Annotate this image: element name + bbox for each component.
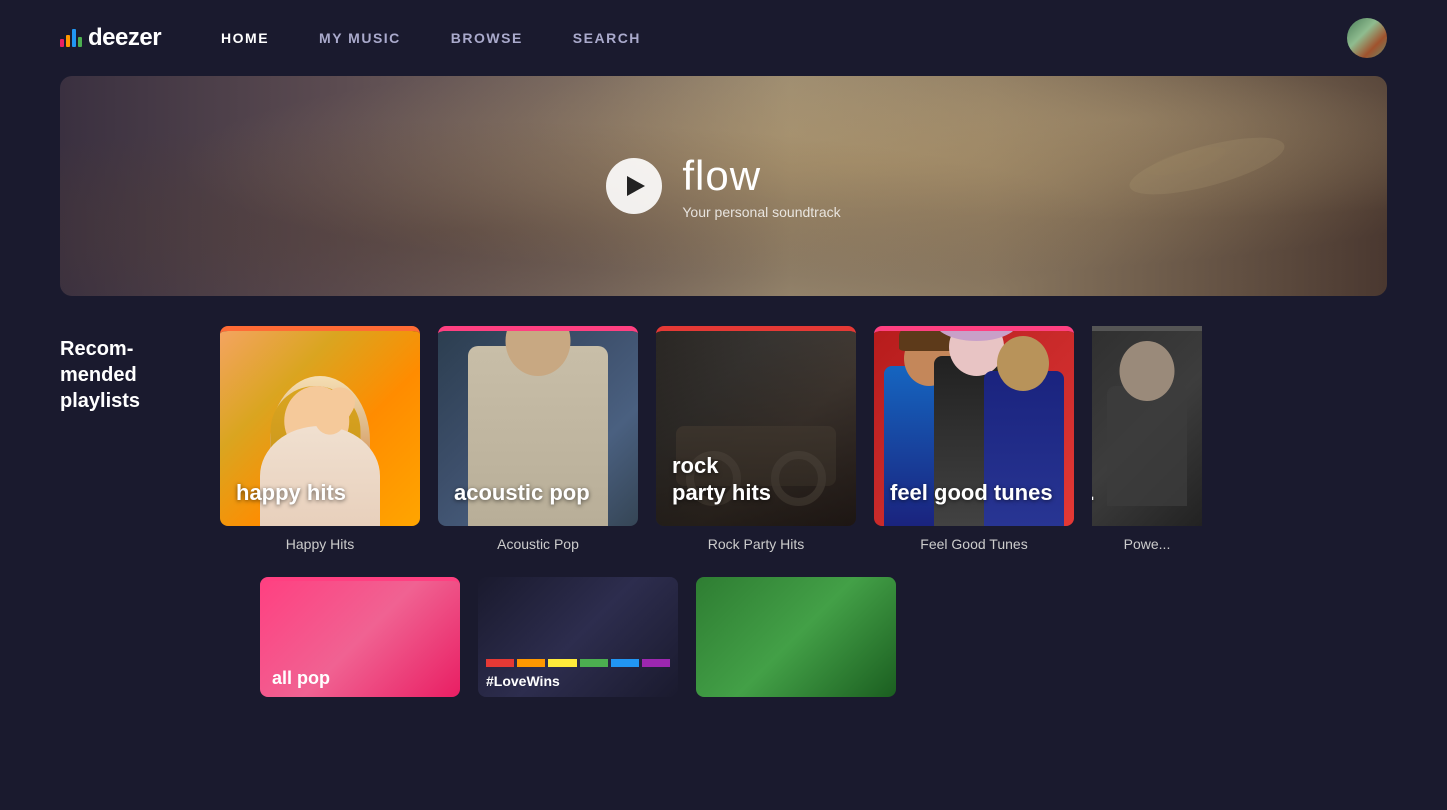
partial-head [1120, 341, 1175, 401]
main-nav: HOME MY MUSIC BROWSE SEARCH [221, 30, 1287, 46]
playlist-item-partial[interactable]: p... Powe... [1092, 326, 1202, 552]
color-blue [611, 659, 639, 667]
hero-subtitle: Your personal soundtrack [682, 204, 840, 220]
color-orange [517, 659, 545, 667]
feel-good-tunes-overlay: feel good tunes [890, 480, 1053, 506]
recommended-section: Recom-mendedplaylists [0, 296, 1447, 562]
bottom-thumb-all-pop[interactable]: all pop [260, 577, 460, 697]
playlist-thumb-rock-party-hits: rockparty hits [656, 326, 856, 526]
section-label: Recom-mendedplaylists [60, 326, 190, 414]
partial-body [1107, 386, 1187, 506]
playlist-item-acoustic-pop[interactable]: acoustic pop Acoustic Pop [438, 326, 638, 552]
rock-party-hits-overlay: rockparty hits [672, 453, 771, 506]
color-green [580, 659, 608, 667]
all-pop-content: all pop [260, 581, 460, 697]
acoustic-pop-overlay: acoustic pop [454, 480, 590, 506]
logo-bar-2 [66, 35, 70, 47]
playlist-item-feel-good-tunes[interactable]: feel good tunes Feel Good Tunes [874, 326, 1074, 552]
playlist-item-rock-party-hits[interactable]: rockparty hits Rock Party Hits [656, 326, 856, 552]
section-row: Recom-mendedplaylists [60, 326, 1387, 552]
hero-decoration [1007, 106, 1307, 226]
playlist-item-happy-hits[interactable]: happy hits Happy Hits [220, 326, 420, 552]
color-red [486, 659, 514, 667]
thumb-person-partial [1092, 331, 1202, 526]
logo-bar-3 [72, 29, 76, 47]
playlist-thumb-partial: p... [1092, 326, 1202, 526]
love-wins-bar [486, 659, 670, 667]
logo-text: deezer [88, 24, 161, 52]
partial-overlay: p... [1092, 480, 1095, 506]
bottom-thumb-love-wins[interactable]: #LoveWins [478, 577, 678, 697]
nav-home[interactable]: HOME [221, 30, 269, 46]
bottom-thumb-green[interactable] [696, 577, 896, 697]
bottom-row: all pop #LoveWins [0, 562, 1447, 707]
color-yellow [548, 659, 576, 667]
happy-hits-overlay: happy hits [236, 480, 346, 506]
nav-search[interactable]: SEARCH [573, 30, 641, 46]
hero-content: flow Your personal soundtrack [606, 152, 840, 220]
playlist-thumb-happy-hits: happy hits [220, 326, 420, 526]
thumb-bg-partial [1092, 331, 1202, 526]
logo-bars-icon [60, 29, 82, 47]
playlist-thumb-feel-good-tunes: feel good tunes [874, 326, 1074, 526]
header: deezer HOME MY MUSIC BROWSE SEARCH [0, 0, 1447, 76]
person-right-head [997, 336, 1049, 391]
user-avatar[interactable] [1347, 18, 1387, 58]
nav-my-music[interactable]: MY MUSIC [319, 30, 401, 46]
playlist-thumb-acoustic-pop: acoustic pop [438, 326, 638, 526]
logo-bar-1 [60, 39, 64, 47]
playlist-name-rock-party-hits: Rock Party Hits [708, 536, 804, 552]
logo[interactable]: deezer [60, 24, 161, 52]
nav-browse[interactable]: BROWSE [451, 30, 523, 46]
love-wins-label: #LoveWins [486, 673, 670, 689]
body-shape [260, 426, 380, 526]
playlist-name-acoustic-pop: Acoustic Pop [497, 536, 579, 552]
hero-title: flow [682, 152, 840, 200]
playlist-grid: happy hits Happy Hits acoustic pop [220, 326, 1202, 552]
hero-info: flow Your personal soundtrack [682, 152, 840, 220]
logo-bar-4 [78, 37, 82, 47]
playlist-name-feel-good-tunes: Feel Good Tunes [920, 536, 1027, 552]
color-purple [642, 659, 670, 667]
playlist-name-happy-hits: Happy Hits [286, 536, 354, 552]
hero-banner[interactable]: flow Your personal soundtrack [60, 76, 1387, 296]
all-pop-label: all pop [272, 668, 330, 689]
flow-play-button[interactable] [606, 158, 662, 214]
playlist-name-partial: Powe... [1124, 536, 1171, 552]
